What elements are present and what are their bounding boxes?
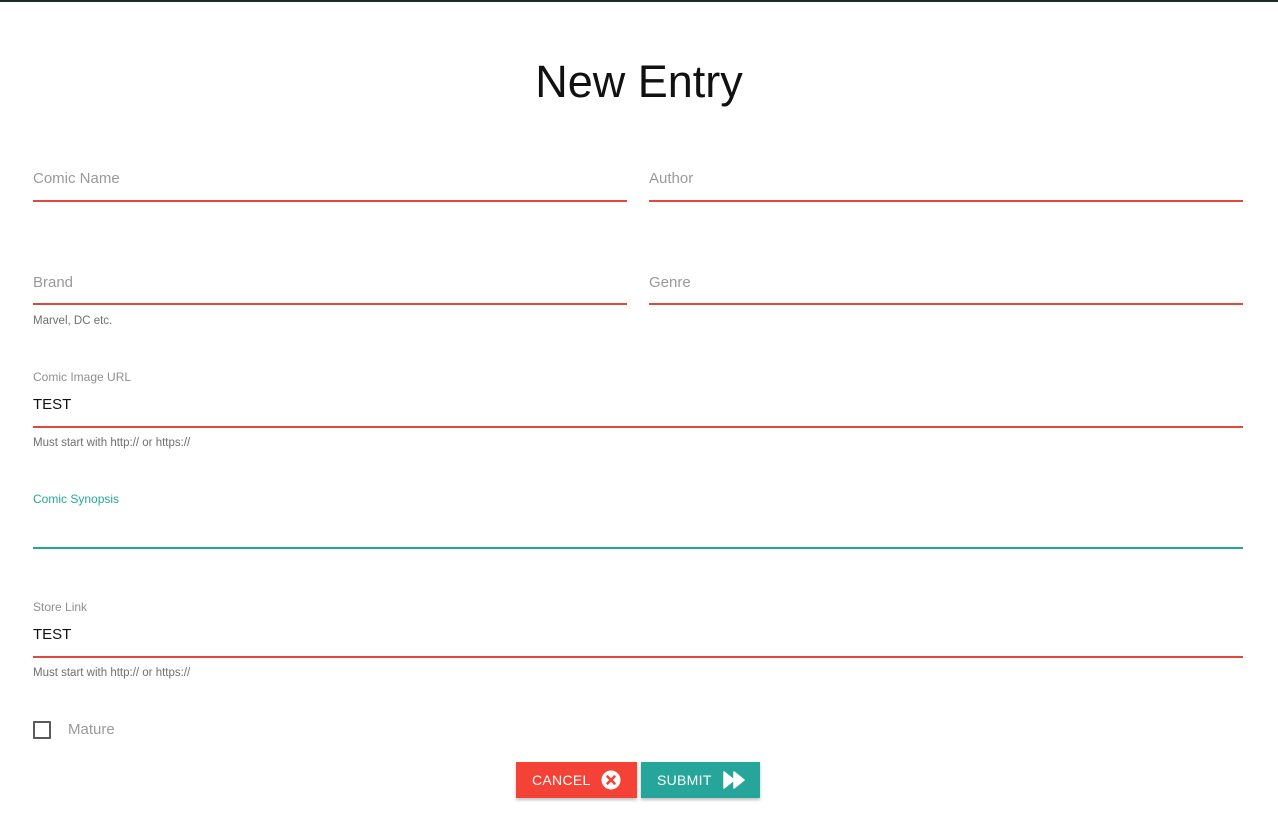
mature-label[interactable]: Mature: [68, 721, 115, 738]
store-link-input[interactable]: TEST: [33, 626, 71, 643]
comic-image-url-field[interactable]: Comic Image URL TEST: [33, 369, 1243, 429]
comic-image-url-helper-text: Must start with http:// or https://: [33, 437, 191, 449]
top-bar: [0, 0, 1278, 2]
close-circle-icon: [601, 770, 621, 790]
comic-synopsis-label: Comic Synopsis: [33, 492, 120, 506]
genre-underline: [649, 303, 1243, 305]
cancel-button[interactable]: CANCEL: [516, 762, 637, 798]
comic-name-underline: [33, 200, 627, 202]
store-link-label: Store Link: [33, 600, 88, 614]
author-placeholder: Author: [649, 170, 694, 187]
comic-image-url-label: Comic Image URL: [33, 370, 132, 384]
comic-image-url-underline: [33, 426, 1243, 428]
fast-forward-icon: [723, 771, 745, 789]
mature-checkbox[interactable]: [33, 721, 51, 739]
genre-placeholder: Genre: [649, 274, 691, 291]
brand-placeholder: Brand: [33, 274, 74, 291]
comic-synopsis-field[interactable]: Comic Synopsis: [33, 491, 1243, 551]
store-link-field[interactable]: Store Link TEST: [33, 599, 1243, 659]
cancel-button-label: CANCEL: [532, 772, 591, 788]
store-link-underline: [33, 656, 1243, 658]
submit-button[interactable]: SUBMIT: [641, 762, 760, 798]
brand-field[interactable]: Brand: [33, 272, 627, 306]
store-link-helper-text: Must start with http:// or https://: [33, 667, 191, 679]
comic-image-url-input[interactable]: TEST: [33, 396, 71, 413]
author-underline: [649, 200, 1243, 202]
brand-helper-text: Marvel, DC etc.: [33, 315, 113, 327]
genre-field[interactable]: Genre: [649, 272, 1243, 306]
comic-name-placeholder: Comic Name: [33, 170, 120, 187]
comic-name-field[interactable]: Comic Name: [33, 168, 627, 202]
page-title: New Entry: [535, 56, 743, 107]
submit-button-label: SUBMIT: [657, 772, 712, 788]
brand-underline: [33, 303, 627, 305]
author-field[interactable]: Author: [649, 168, 1243, 202]
comic-synopsis-underline: [33, 547, 1243, 549]
